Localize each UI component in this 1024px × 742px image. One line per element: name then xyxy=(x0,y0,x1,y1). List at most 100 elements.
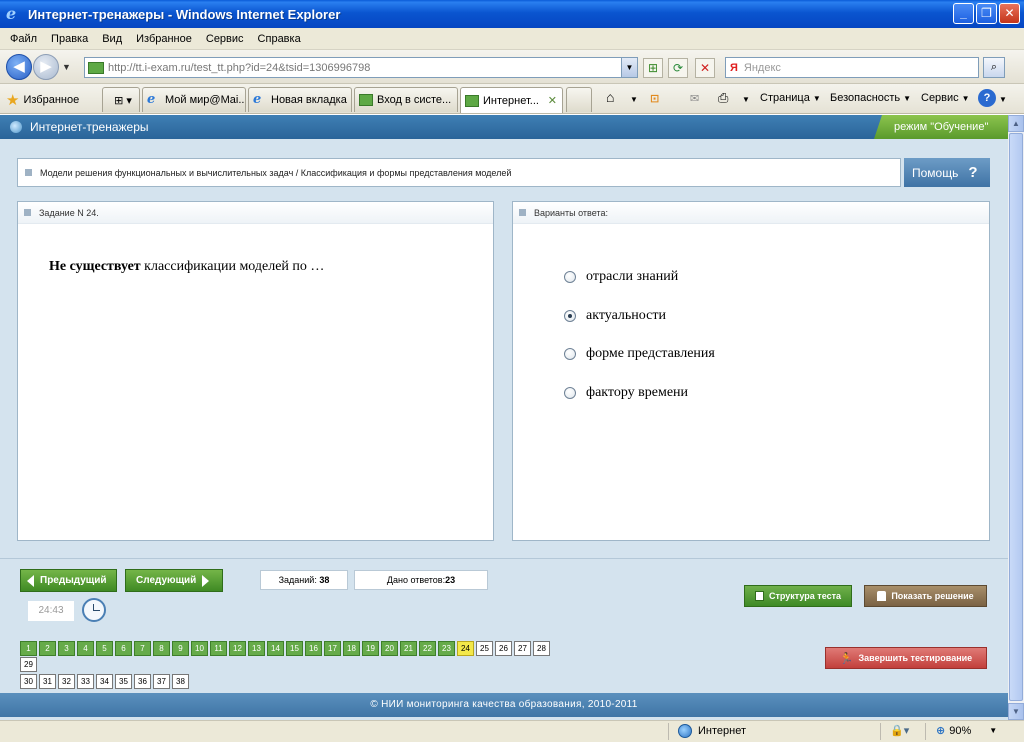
app-title: Интернет-тренажеры xyxy=(30,120,149,134)
question-number-16[interactable]: 16 xyxy=(305,641,322,656)
tab-new[interactable]: e Новая вкладка xyxy=(248,87,352,112)
question-number-29[interactable]: 29 xyxy=(20,657,37,672)
page-menu[interactable]: Страница ▼ xyxy=(760,92,821,104)
compatibility-icon[interactable]: ⊞ xyxy=(643,58,663,78)
question-number-8[interactable]: 8 xyxy=(153,641,170,656)
question-number-3[interactable]: 3 xyxy=(58,641,75,656)
history-dropdown-icon[interactable]: ▼ xyxy=(62,62,71,72)
security-menu[interactable]: Безопасность ▼ xyxy=(830,92,911,104)
tab-list-button[interactable]: ⊞ ▾ xyxy=(102,87,140,112)
zoom-control[interactable]: ⊕ 90% ▼ xyxy=(936,724,997,738)
question-number-12[interactable]: 12 xyxy=(229,641,246,656)
vertical-scrollbar[interactable]: ▲ ▼ xyxy=(1008,115,1024,720)
print-dropdown-icon[interactable]: ▼ xyxy=(742,95,750,104)
search-input[interactable]: Я Яндекс xyxy=(725,57,979,78)
protected-mode-icon[interactable]: 🔒▾ xyxy=(890,724,909,737)
answer-option[interactable]: отрасли знаний xyxy=(564,258,715,297)
logo-icon xyxy=(10,121,22,133)
question-number-9[interactable]: 9 xyxy=(172,641,189,656)
menu-help[interactable]: Справка xyxy=(258,33,301,45)
maximize-button[interactable]: ❐ xyxy=(976,3,997,24)
previous-button[interactable]: Предыдущий xyxy=(20,569,117,592)
new-tab-button[interactable] xyxy=(566,87,592,112)
question-number-32[interactable]: 32 xyxy=(58,674,75,689)
question-number-10[interactable]: 10 xyxy=(191,641,208,656)
question-number-30[interactable]: 30 xyxy=(20,674,37,689)
question-number-37[interactable]: 37 xyxy=(153,674,170,689)
zoom-icon: ⊕ xyxy=(936,725,946,737)
favorites-button[interactable]: ★ Избранное xyxy=(6,91,79,109)
radio-button[interactable] xyxy=(564,348,576,361)
minimize-button[interactable]: _ xyxy=(953,3,974,24)
feeds-icon[interactable]: ⊡ xyxy=(650,92,659,105)
tab-active[interactable]: Интернет... ✕ xyxy=(460,87,563,113)
scroll-down-icon[interactable]: ▼ xyxy=(1008,703,1024,720)
url-field[interactable]: http://tt.i-exam.ru/test_tt.php?id=24&ts… xyxy=(84,57,638,78)
close-button[interactable]: ✕ xyxy=(999,3,1020,24)
question-number-2[interactable]: 2 xyxy=(39,641,56,656)
help-dropdown-icon[interactable]: ▼ xyxy=(999,95,1007,104)
menu-tools[interactable]: Сервис xyxy=(206,33,244,45)
finish-test-button[interactable]: 🏃 Завершить тестирование xyxy=(825,647,987,669)
answer-option[interactable]: форме представления xyxy=(564,335,715,374)
question-number-7[interactable]: 7 xyxy=(134,641,151,656)
question-number-11[interactable]: 11 xyxy=(210,641,227,656)
question-number-22[interactable]: 22 xyxy=(419,641,436,656)
forward-button[interactable]: ▶ xyxy=(33,54,59,80)
help-button[interactable]: Помощь ? xyxy=(904,158,990,187)
question-number-27[interactable]: 27 xyxy=(514,641,531,656)
url-dropdown-icon[interactable]: ▼ xyxy=(621,58,637,77)
question-number-25[interactable]: 25 xyxy=(476,641,493,656)
tools-menu[interactable]: Сервис ▼ xyxy=(921,92,970,104)
question-number-34[interactable]: 34 xyxy=(96,674,113,689)
tab-login[interactable]: Вход в систе... xyxy=(354,87,458,112)
home-icon[interactable]: ⌂ xyxy=(606,89,614,105)
question-number-13[interactable]: 13 xyxy=(248,641,265,656)
radio-button-selected[interactable] xyxy=(564,309,576,322)
question-number-5[interactable]: 5 xyxy=(96,641,113,656)
question-number-4[interactable]: 4 xyxy=(77,641,94,656)
test-structure-button[interactable]: Структура теста xyxy=(744,585,852,607)
question-number-38[interactable]: 38 xyxy=(172,674,189,689)
question-number-1[interactable]: 1 xyxy=(20,641,37,656)
answer-option[interactable]: фактору времени xyxy=(564,374,715,413)
question-number-24[interactable]: 24 xyxy=(457,641,474,656)
menu-file[interactable]: Файл xyxy=(10,33,37,45)
stop-icon[interactable]: ✕ xyxy=(695,58,715,78)
question-number-19[interactable]: 19 xyxy=(362,641,379,656)
back-button[interactable]: ◀ xyxy=(6,54,32,80)
question-number-23[interactable]: 23 xyxy=(438,641,455,656)
question-number-15[interactable]: 15 xyxy=(286,641,303,656)
question-number-26[interactable]: 26 xyxy=(495,641,512,656)
menu-favorites[interactable]: Избранное xyxy=(136,33,192,45)
scroll-thumb[interactable] xyxy=(1009,133,1023,701)
menu-edit[interactable]: Правка xyxy=(51,33,88,45)
question-number-28[interactable]: 28 xyxy=(533,641,550,656)
question-number-36[interactable]: 36 xyxy=(134,674,151,689)
menu-view[interactable]: Вид xyxy=(102,33,122,45)
answered-label: Дано ответов: xyxy=(386,575,446,585)
scroll-up-icon[interactable]: ▲ xyxy=(1008,115,1024,132)
question-number-33[interactable]: 33 xyxy=(77,674,94,689)
show-solution-button[interactable]: Показать решение xyxy=(864,585,987,607)
question-number-21[interactable]: 21 xyxy=(400,641,417,656)
question-number-17[interactable]: 17 xyxy=(324,641,341,656)
question-number-35[interactable]: 35 xyxy=(115,674,132,689)
answer-option[interactable]: актуальности xyxy=(564,297,715,336)
next-button[interactable]: Следующий xyxy=(125,569,223,592)
tab-mail[interactable]: e Мой мир@Mai... xyxy=(142,87,246,112)
radio-button[interactable] xyxy=(564,386,576,399)
search-icon[interactable]: ⌕ xyxy=(983,57,1005,78)
question-number-20[interactable]: 20 xyxy=(381,641,398,656)
question-number-14[interactable]: 14 xyxy=(267,641,284,656)
mail-icon[interactable]: ✉ xyxy=(690,92,699,105)
question-number-31[interactable]: 31 xyxy=(39,674,56,689)
refresh-icon[interactable]: ⟳ xyxy=(668,58,688,78)
question-number-6[interactable]: 6 xyxy=(115,641,132,656)
question-number-18[interactable]: 18 xyxy=(343,641,360,656)
radio-button[interactable] xyxy=(564,271,576,284)
print-icon[interactable]: ⎙ xyxy=(718,90,728,106)
help-icon[interactable]: ? xyxy=(978,89,996,107)
tab-close-icon[interactable]: ✕ xyxy=(548,94,557,107)
home-dropdown-icon[interactable]: ▼ xyxy=(630,95,638,104)
